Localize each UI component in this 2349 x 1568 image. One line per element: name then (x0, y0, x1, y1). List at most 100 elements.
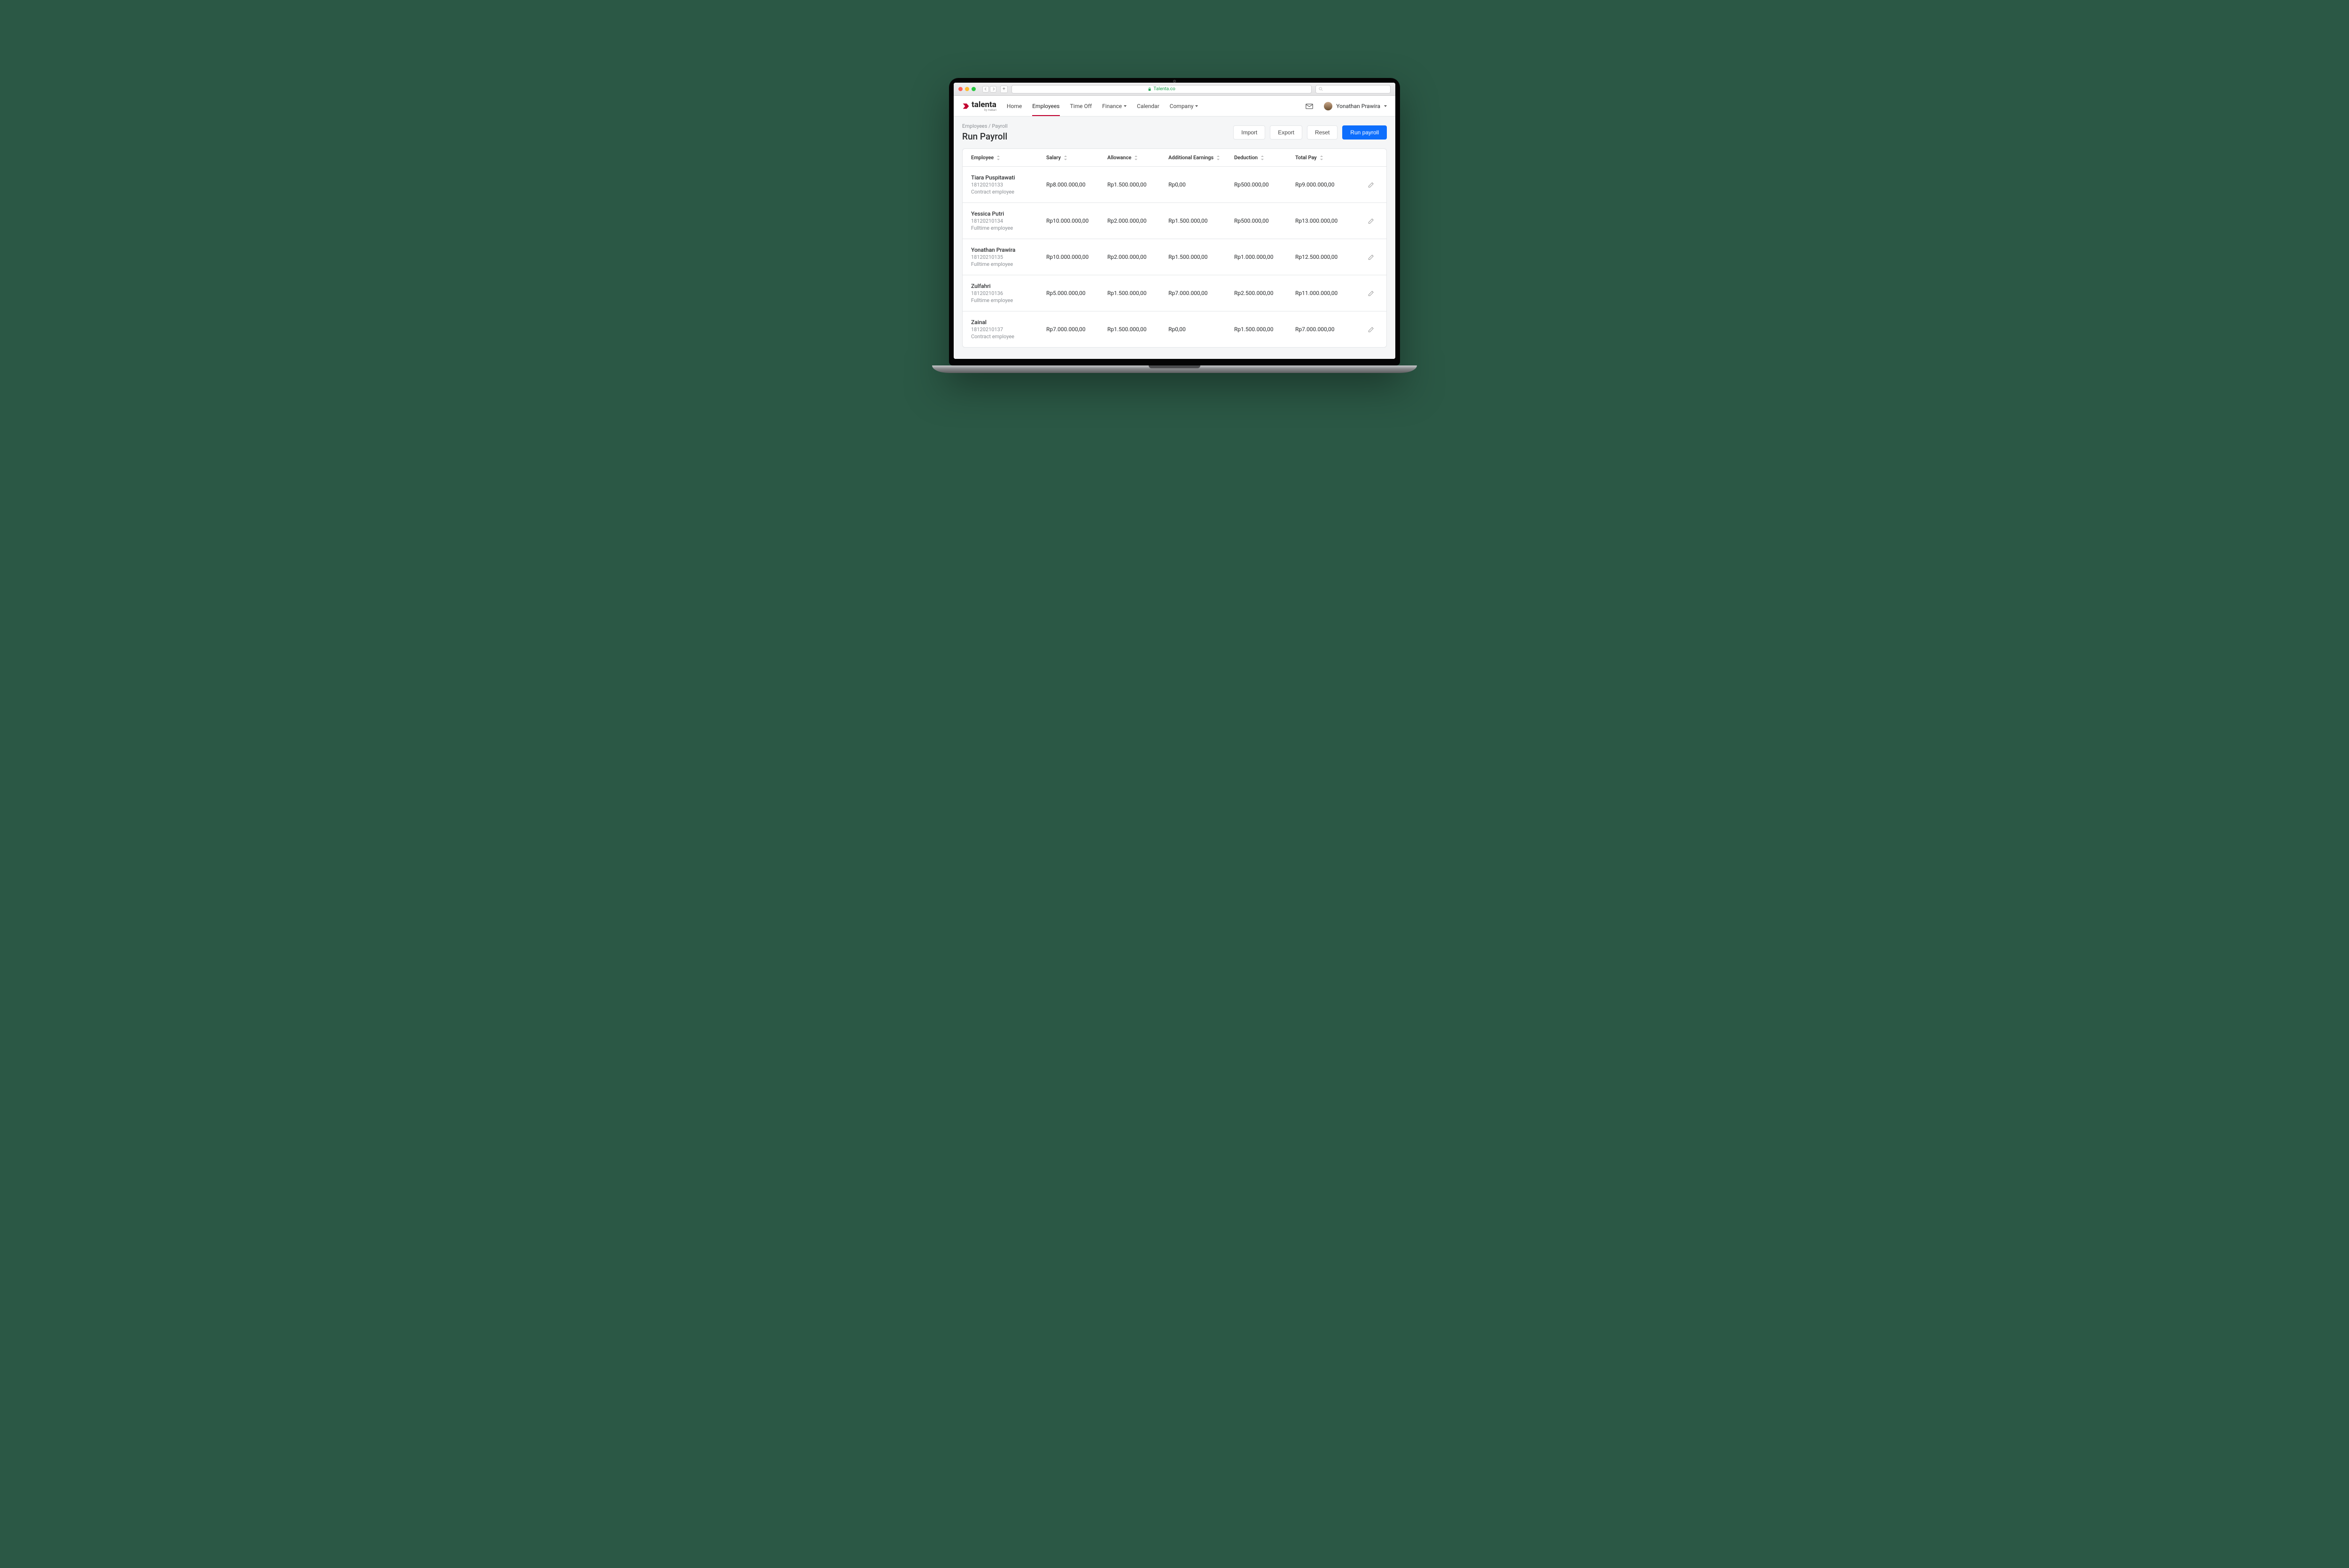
run-payroll-button[interactable]: Run payroll (1342, 125, 1387, 140)
browser-chrome: + Talenta.co (954, 83, 1395, 96)
employee-id: 18120210135 (971, 254, 1046, 260)
page-head: Employees / Payroll Run Payroll Import E… (962, 123, 1387, 142)
col-allowance-label: Allowance (1107, 155, 1131, 161)
table-row: Zulfahri 18120210136 Fulltime employee R… (963, 275, 1386, 311)
employee-type: Contract employee (971, 334, 1046, 340)
edit-row-button[interactable] (1368, 326, 1375, 333)
employee-name: Yonathan Prawira (971, 247, 1046, 253)
col-salary[interactable]: Salary (1046, 155, 1107, 161)
logo[interactable]: talenta by mekari (962, 100, 996, 112)
sort-icon (996, 155, 1000, 160)
page-body: Employees / Payroll Run Payroll Import E… (954, 116, 1395, 359)
sort-icon (1064, 155, 1067, 160)
edit-row-button[interactable] (1368, 217, 1375, 225)
employee-id: 18120210134 (971, 218, 1046, 224)
cell-salary: Rp7.000.000,00 (1046, 326, 1107, 333)
logo-text: talenta (972, 100, 996, 109)
nav-item-label: Time Off (1070, 103, 1092, 109)
col-additional-label: Additional Earnings (1168, 155, 1213, 161)
edit-row-button[interactable] (1368, 253, 1375, 261)
table-row: Yonathan Prawira 18120210135 Fulltime em… (963, 239, 1386, 275)
cell-allowance: Rp1.500.000,00 (1107, 290, 1168, 296)
table-row: Zainal 18120210137 Contract employee Rp7… (963, 311, 1386, 347)
fullscreen-icon[interactable] (972, 87, 976, 91)
nav-item-time-off[interactable]: Time Off (1070, 96, 1092, 116)
cell-allowance: Rp2.000.000,00 (1107, 217, 1168, 224)
cell-additional: Rp1.500.000,00 (1168, 217, 1234, 224)
employee-id: 18120210133 (971, 182, 1046, 188)
breadcrumb: Employees / Payroll (962, 123, 1229, 129)
new-tab-button[interactable]: + (1000, 85, 1008, 93)
nav-item-label: Home (1007, 103, 1022, 109)
browser-search[interactable] (1315, 85, 1391, 93)
employee-type: Fulltime employee (971, 261, 1046, 267)
cell-additional: Rp0,00 (1168, 181, 1234, 188)
chevron-down-icon (1384, 105, 1387, 107)
cell-allowance: Rp1.500.000,00 (1107, 326, 1168, 333)
col-salary-label: Salary (1046, 155, 1061, 161)
import-button[interactable]: Import (1233, 125, 1265, 140)
employee-name: Zainal (971, 319, 1046, 326)
cell-deduction: Rp1.500.000,00 (1234, 326, 1295, 333)
col-additional[interactable]: Additional Earnings (1168, 155, 1234, 161)
nav-item-finance[interactable]: Finance (1102, 96, 1127, 116)
laptop-base (932, 365, 1417, 373)
pencil-icon (1368, 326, 1375, 333)
employee-type: Fulltime employee (971, 297, 1046, 303)
cell-additional: Rp0,00 (1168, 326, 1234, 333)
logo-icon (962, 102, 970, 110)
col-employee-label: Employee (971, 155, 994, 161)
nav-item-label: Company (1170, 103, 1194, 109)
cell-employee: Tiara Puspitawati 18120210133 Contract e… (971, 174, 1046, 195)
cell-employee: Zainal 18120210137 Contract employee (971, 319, 1046, 340)
mail-icon[interactable] (1305, 102, 1314, 110)
address-bar[interactable]: Talenta.co (1011, 85, 1312, 93)
employee-id: 18120210137 (971, 326, 1046, 333)
cell-salary: Rp10.000.000,00 (1046, 217, 1107, 224)
cell-employee: Zulfahri 18120210136 Fulltime employee (971, 283, 1046, 303)
minimize-icon[interactable] (965, 87, 969, 91)
search-icon (1319, 87, 1323, 91)
sort-icon (1134, 155, 1138, 160)
nav-item-employees[interactable]: Employees (1032, 96, 1059, 116)
edit-row-button[interactable] (1368, 181, 1375, 188)
pencil-icon (1368, 217, 1375, 225)
nav-item-calendar[interactable]: Calendar (1137, 96, 1159, 116)
address-url: Talenta.co (1153, 86, 1175, 92)
camera-icon (1173, 80, 1176, 83)
cell-allowance: Rp1.500.000,00 (1107, 181, 1168, 188)
close-icon[interactable] (958, 87, 963, 91)
export-button[interactable]: Export (1270, 125, 1302, 140)
cell-salary: Rp10.000.000,00 (1046, 254, 1107, 260)
forward-button[interactable] (990, 86, 996, 93)
avatar (1324, 102, 1332, 110)
edit-row-button[interactable] (1368, 289, 1375, 297)
cell-deduction: Rp2.500.000,00 (1234, 290, 1295, 296)
sort-icon (1320, 155, 1323, 160)
col-total[interactable]: Total Pay (1295, 155, 1356, 161)
cell-deduction: Rp500.000,00 (1234, 217, 1295, 224)
nav-item-label: Calendar (1137, 103, 1159, 109)
pencil-icon (1368, 181, 1375, 188)
cell-total: Rp9.000.000,00 (1295, 181, 1356, 188)
sort-icon (1216, 155, 1220, 160)
cell-deduction: Rp500.000,00 (1234, 181, 1295, 188)
back-button[interactable] (982, 86, 989, 93)
lock-icon (1148, 87, 1151, 91)
sort-icon (1260, 155, 1264, 160)
cell-additional: Rp1.500.000,00 (1168, 254, 1234, 260)
reset-button[interactable]: Reset (1307, 125, 1338, 140)
cell-total: Rp7.000.000,00 (1295, 326, 1356, 333)
employee-name: Tiara Puspitawati (971, 174, 1046, 181)
user-menu[interactable]: Yonathan Prawira (1324, 102, 1387, 110)
cell-deduction: Rp1.000.000,00 (1234, 254, 1295, 260)
cell-employee: Yessica Putri 18120210134 Fulltime emplo… (971, 210, 1046, 231)
col-deduction[interactable]: Deduction (1234, 155, 1295, 161)
nav-item-home[interactable]: Home (1007, 96, 1022, 116)
col-allowance[interactable]: Allowance (1107, 155, 1168, 161)
screen: + Talenta.co talenta by mekari (954, 83, 1395, 359)
col-deduction-label: Deduction (1234, 155, 1258, 161)
col-employee[interactable]: Employee (971, 155, 1046, 161)
nav-item-company[interactable]: Company (1170, 96, 1198, 116)
payroll-table: Employee Salary Allowance Additiona (962, 148, 1387, 348)
